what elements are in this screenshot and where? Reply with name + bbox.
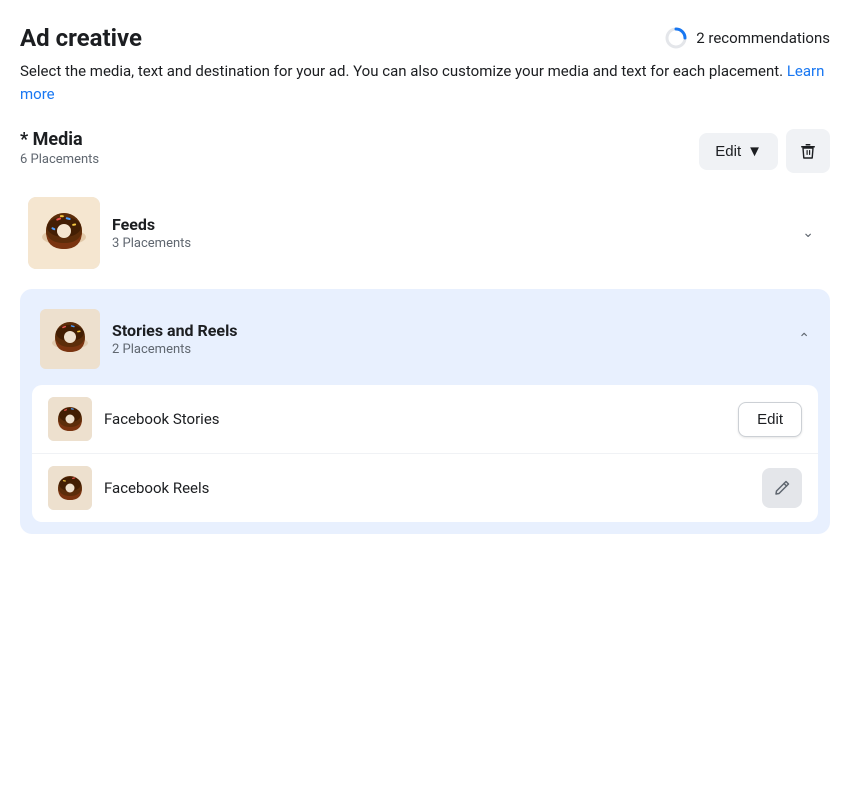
recommendations-text: 2 recommendations: [696, 29, 830, 47]
feeds-group-name: Feeds: [112, 215, 191, 234]
stories-reels-donut-image: [40, 309, 100, 369]
edit-dropdown-button[interactable]: Edit ▼: [699, 133, 778, 170]
media-actions: Edit ▼: [699, 129, 830, 173]
stories-reels-group: Stories and Reels 2 Placements ⌃: [20, 289, 830, 534]
feeds-group: Feeds 3 Placements ⌄: [20, 185, 830, 281]
feeds-placements-count: 3 Placements: [112, 236, 191, 251]
spinner-icon: [664, 26, 688, 50]
facebook-stories-donut: [48, 397, 92, 441]
header-section: Ad creative 2 recommendations Select the…: [20, 24, 830, 105]
feeds-donut-image: [28, 197, 100, 269]
feeds-group-header[interactable]: Feeds 3 Placements ⌄: [20, 185, 830, 281]
trash-icon: [798, 141, 818, 161]
stories-reels-thumbnail: [40, 309, 100, 369]
pencil-icon: [773, 479, 791, 497]
media-section: * Media 6 Placements Edit ▼: [20, 129, 830, 534]
facebook-reels-donut: [48, 466, 92, 510]
placement-items-container: Facebook Stories Edit: [32, 385, 818, 522]
facebook-stories-edit-button[interactable]: Edit: [738, 402, 802, 437]
facebook-stories-item: Facebook Stories Edit: [32, 385, 818, 454]
stories-reels-chevron-icon: ⌃: [798, 331, 810, 347]
facebook-reels-edit-button[interactable]: [762, 468, 802, 508]
recommendations-badge: 2 recommendations: [664, 26, 830, 50]
description-text: Select the media, text and destination f…: [20, 60, 830, 105]
feeds-thumbnail: [28, 197, 100, 269]
placement-groups: Feeds 3 Placements ⌄: [20, 185, 830, 534]
stories-reels-group-name: Stories and Reels: [112, 321, 238, 340]
facebook-reels-thumbnail: [48, 466, 92, 510]
facebook-reels-name: Facebook Reels: [104, 479, 209, 497]
total-placements-count: 6 Placements: [20, 152, 99, 167]
title-row: Ad creative 2 recommendations: [20, 24, 830, 52]
stories-reels-group-header[interactable]: Stories and Reels 2 Placements ⌃: [32, 301, 818, 377]
media-title: * Media: [20, 129, 99, 150]
delete-media-button[interactable]: [786, 129, 830, 173]
facebook-stories-name: Facebook Stories: [104, 410, 220, 428]
facebook-reels-item: Facebook Reels: [32, 454, 818, 522]
media-header: * Media 6 Placements Edit ▼: [20, 129, 830, 173]
facebook-stories-thumbnail: [48, 397, 92, 441]
page-title: Ad creative: [20, 24, 142, 52]
media-title-group: * Media 6 Placements: [20, 129, 99, 167]
chevron-down-icon: ▼: [747, 143, 762, 160]
feeds-chevron-icon: ⌄: [802, 225, 814, 241]
stories-reels-placements-count: 2 Placements: [112, 342, 238, 357]
